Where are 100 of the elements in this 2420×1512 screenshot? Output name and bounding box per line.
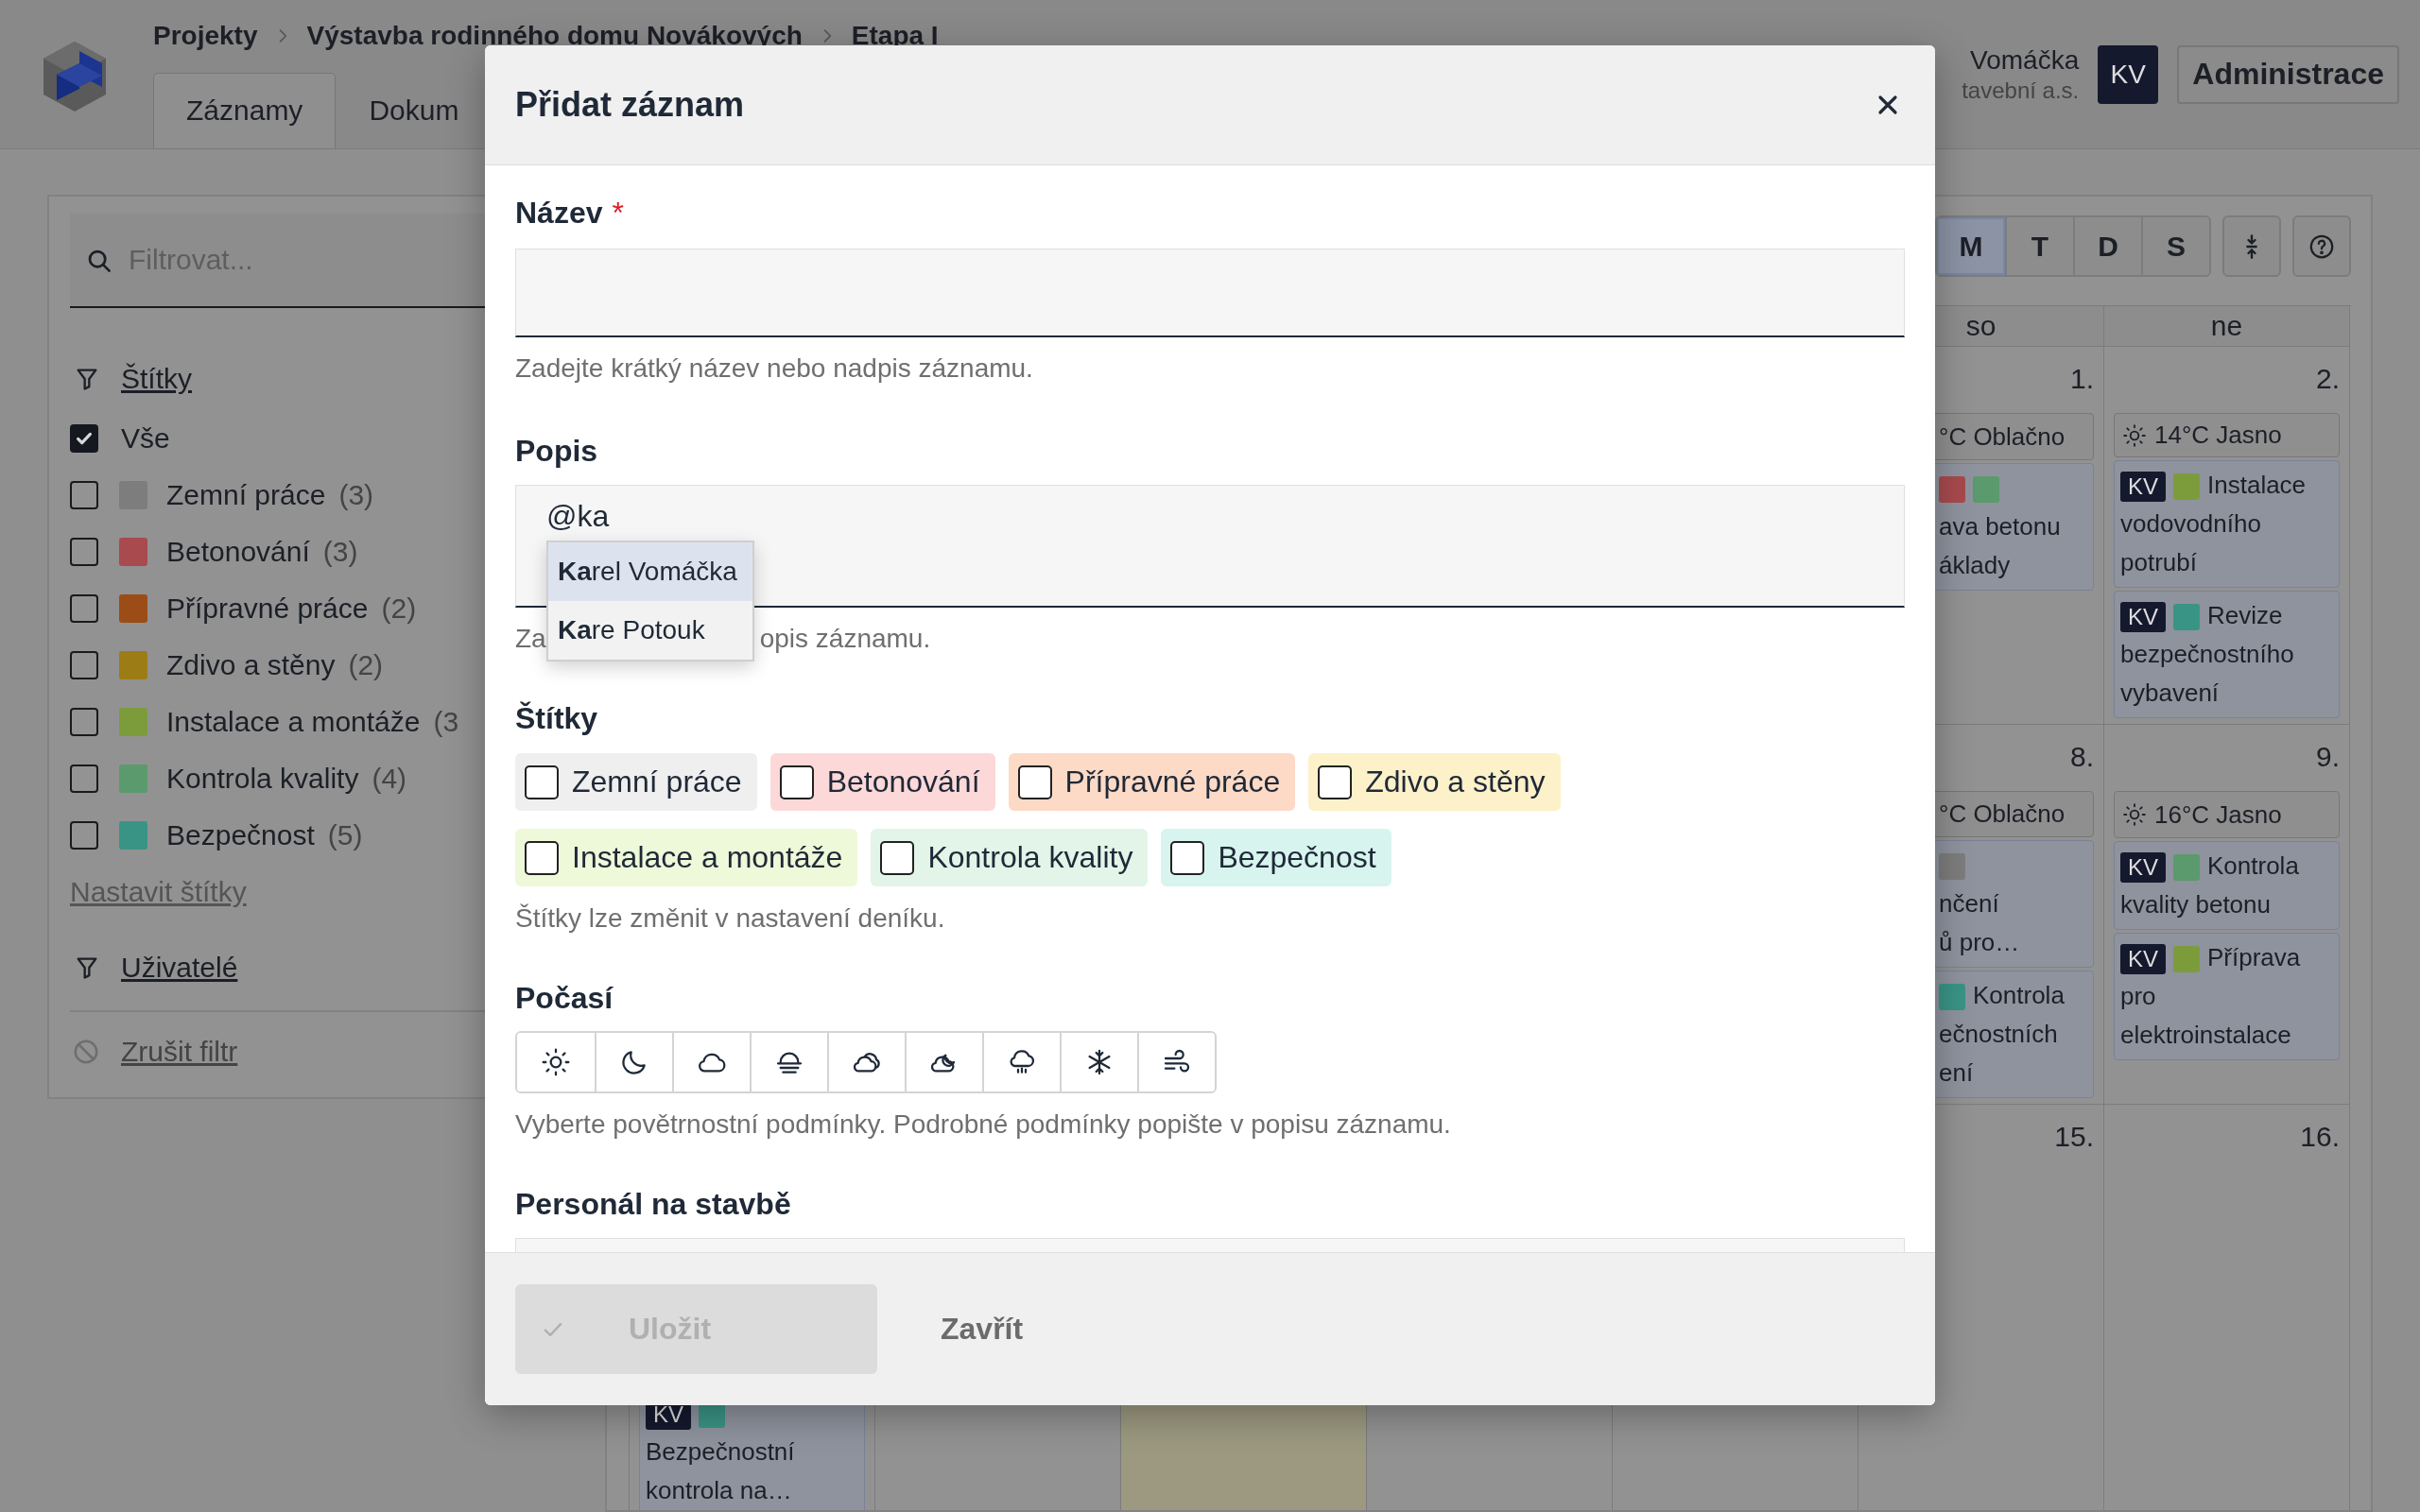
view-tab[interactable]: M <box>1937 217 2005 275</box>
checkbox[interactable] <box>70 424 98 453</box>
tag-option[interactable]: Zdivo a stěny <box>1308 753 1561 811</box>
checkbox[interactable] <box>1170 840 1205 875</box>
entry-title: Kontrola <box>2207 851 2299 880</box>
entry-card[interactable]: KV Instalace vodovodního potrubí <box>2114 460 2340 588</box>
tag-option[interactable]: Bezpečnost <box>1161 829 1392 886</box>
checkbox[interactable] <box>1017 765 1052 799</box>
sun-icon <box>2122 802 2147 827</box>
checkbox[interactable] <box>70 651 98 679</box>
field-label: Popis <box>515 433 598 470</box>
checkbox[interactable] <box>525 840 559 875</box>
tag-label: Zdivo a stěny <box>166 649 336 681</box>
day-number: 1. <box>2069 362 2094 396</box>
view-tab[interactable]: S <box>2141 217 2209 275</box>
title-field[interactable] <box>515 249 1905 337</box>
checkbox[interactable] <box>70 708 98 736</box>
clear-filter-link[interactable]: Zrušit filtr <box>121 1036 238 1068</box>
hint-text: Za <box>515 623 546 655</box>
tag-count: (4) <box>372 763 407 795</box>
view-tab[interactable]: D <box>2073 217 2141 275</box>
checkbox[interactable] <box>70 538 98 566</box>
weather-option[interactable] <box>1137 1033 1215 1091</box>
view-tab[interactable]: T <box>2005 217 2073 275</box>
tag-label: Bezpečnost <box>166 819 315 851</box>
mention-option[interactable]: Kare Potouk <box>548 601 752 660</box>
sun-icon <box>541 1047 571 1077</box>
user-badge: KV <box>2120 602 2166 633</box>
entry-title: ení <box>1939 1057 1974 1089</box>
tag-count: (5) <box>327 819 363 851</box>
logo-icon[interactable] <box>43 42 106 112</box>
checkbox[interactable] <box>880 840 915 875</box>
user-name: Vomáčka <box>1969 44 2080 76</box>
tab[interactable]: Záznamy <box>153 72 337 148</box>
entry-title: pro <box>2120 981 2156 1012</box>
entry-card[interactable]: KV Příprava pro elektroinstalace <box>2114 933 2340 1060</box>
field-label: Personál na stavbě <box>515 1186 791 1223</box>
required-mark: * <box>612 195 624 232</box>
dialog-title: Přidat záznam <box>515 85 745 125</box>
tag-count: (2) <box>381 593 417 625</box>
user-badge: KV <box>2120 852 2166 884</box>
tab[interactable]: Dokum <box>336 72 493 148</box>
tag-label: Betonování <box>166 536 310 568</box>
hint-text: Štítky lze změnit v nastavení deníku. <box>515 902 946 935</box>
help-button[interactable] <box>2292 215 2351 277</box>
field-label: Počasí <box>515 980 614 1017</box>
close-button[interactable]: Zavřít <box>915 1302 1049 1356</box>
entry-title: Kontrola <box>1973 981 2065 1009</box>
entry-title: ava betonu <box>1939 511 2061 542</box>
entry-title: potrubí <box>2120 547 2197 578</box>
tag-option[interactable]: Zemní práce <box>515 753 757 811</box>
section-link[interactable]: Uživatelé <box>121 952 238 984</box>
entry-title: vodovodního <box>2120 508 2261 540</box>
user-badge: KV <box>2120 472 2166 503</box>
checkbox[interactable] <box>1318 765 1353 799</box>
checkbox[interactable] <box>70 594 98 623</box>
sun-icon <box>2122 422 2147 448</box>
mention-option[interactable]: Karel Vomáčka <box>548 542 752 601</box>
entry-title: vybavení <box>2120 678 2220 709</box>
checkbox[interactable] <box>70 821 98 850</box>
weekday-header: ne <box>2104 306 2350 347</box>
hint-text: Zadejte krátký název nebo nadpis záznamu. <box>515 352 1034 385</box>
tag-option[interactable]: Kontrola kvality <box>871 829 1149 886</box>
entry-title: Příprava <box>2207 943 2301 971</box>
tag-label: Přípravné práce <box>166 593 369 625</box>
entry-title: Revize <box>2207 601 2283 629</box>
weather-text: °C Oblačno <box>1939 421 2066 452</box>
entry-title: ů pro… <box>1939 927 2020 958</box>
tag-count: (3 <box>433 706 459 738</box>
admin-button[interactable]: Administrace <box>2177 44 2399 104</box>
tag-label: Instalace a montáže <box>166 706 421 738</box>
tag-count: (3) <box>338 479 374 511</box>
user-avatar[interactable]: KV <box>2098 44 2159 104</box>
weather-text: 14°C Jasno <box>2154 421 2282 450</box>
checkbox[interactable] <box>70 481 98 509</box>
checkbox[interactable] <box>779 765 814 799</box>
breadcrumb-link[interactable]: Projekty <box>153 21 258 52</box>
entry-card[interactable]: KV Kontrola kvality betonu <box>2114 841 2340 930</box>
day-number: 15. <box>2054 1120 2094 1154</box>
checkbox[interactable] <box>70 765 98 793</box>
entry-title: áklady <box>1939 550 2011 581</box>
hint-text: opis záznamu. <box>759 623 931 655</box>
weather-text: °C Oblačno <box>1939 799 2066 829</box>
tag-option[interactable]: Přípravné práce <box>1008 753 1296 811</box>
day-number: 2. <box>2315 362 2340 396</box>
entry-title: Bezpečnostní <box>646 1436 795 1468</box>
weather-text: 16°C Jasno <box>2154 799 2282 830</box>
tag-option[interactable]: Instalace a montáže <box>515 829 858 886</box>
entry-title: kvality betonu <box>2120 889 2271 920</box>
entry-title: bezpečnostního <box>2120 639 2294 670</box>
tag-option[interactable]: Betonování <box>769 753 995 811</box>
checkbox[interactable] <box>525 765 559 799</box>
section-link[interactable]: Štítky <box>121 363 192 395</box>
tag-count: (2) <box>348 649 384 681</box>
ban-icon <box>72 1038 100 1066</box>
day-number: 8. <box>2069 740 2094 774</box>
field-label: Štítky <box>515 700 598 737</box>
collapse-button[interactable] <box>2222 215 2281 277</box>
day-number: 16. <box>2300 1120 2340 1154</box>
entry-card[interactable]: KV Revize bezpečnostního vybavení <box>2114 591 2340 718</box>
